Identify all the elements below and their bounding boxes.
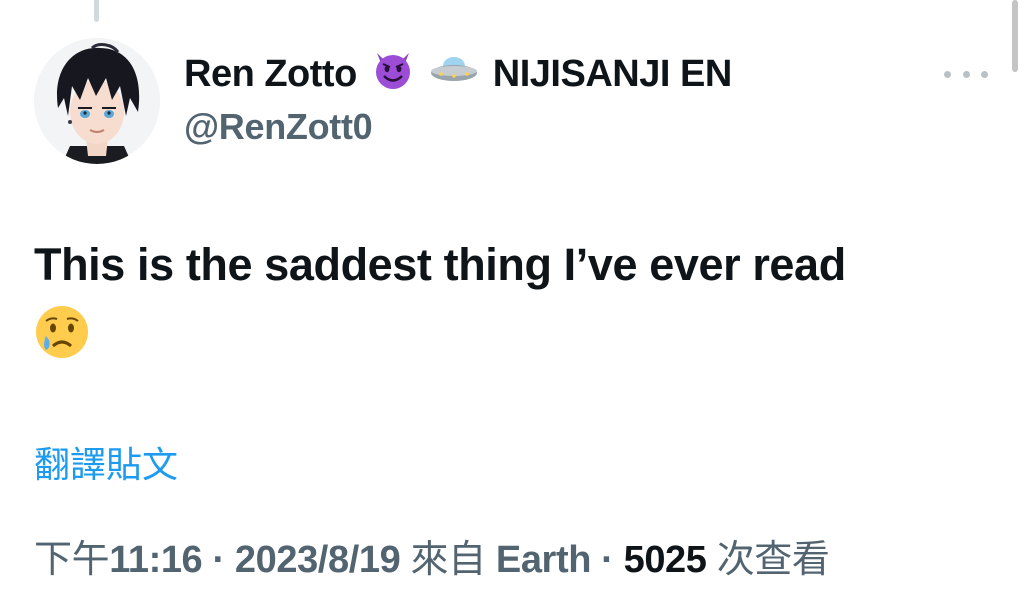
source-prefix: 來自 — [410, 537, 487, 581]
thread-connector-line — [94, 0, 99, 22]
smiling-devil-icon — [371, 47, 415, 101]
translate-post-link[interactable]: 翻譯貼文 — [34, 436, 178, 488]
views-count[interactable]: 5025 — [624, 539, 707, 581]
views-label: 次查看 — [716, 537, 830, 581]
user-handle[interactable]: @RenZott0 — [184, 106, 732, 148]
author-info: Ren Zotto NIJISANJI EN @RenZott0 — [184, 50, 732, 148]
post-source: Earth — [495, 539, 592, 581]
more-horizontal-icon-dot — [962, 70, 970, 78]
avatar[interactable] — [34, 38, 160, 164]
meta-separator: · — [591, 539, 624, 581]
post-time[interactable]: 11:16 — [109, 539, 202, 581]
display-name-row[interactable]: Ren Zotto NIJISANJI EN — [184, 50, 732, 98]
tweet-text-line: This is the saddest thing I’ve ever read — [34, 239, 846, 290]
display-name[interactable]: Ren Zotto — [184, 53, 357, 96]
crying-face-icon — [34, 304, 974, 378]
affiliation-label: NIJISANJI EN — [492, 52, 732, 95]
more-horizontal-icon-dot — [981, 70, 988, 78]
meta-separator: · — [202, 539, 235, 581]
more-horizontal-icon-dot — [944, 70, 951, 78]
tweet-meta: 下午11:16 · 2023/8/19 來自 Earth · 5025 次查看 — [34, 528, 830, 583]
post-date[interactable]: 2023/8/19 — [235, 539, 401, 581]
more-options-button[interactable] — [944, 62, 988, 86]
flying-saucer-icon — [429, 49, 479, 99]
tweet-text: This is the saddest thing I’ve ever read — [34, 232, 974, 378]
time-prefix: 下午 — [34, 537, 110, 581]
scrollbar[interactable] — [1012, 0, 1018, 72]
tweet-header: Ren Zotto NIJISANJI EN @RenZott0 — [34, 38, 994, 168]
